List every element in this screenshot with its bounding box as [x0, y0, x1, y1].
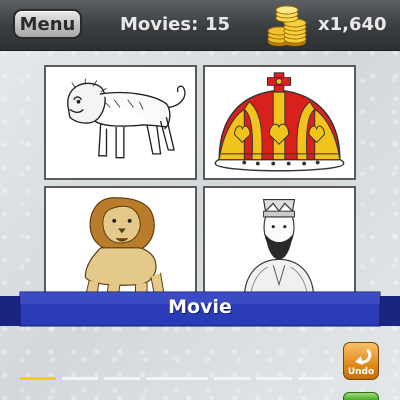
cartoon-lion-illustration	[84, 197, 165, 298]
answer-slot[interactable]	[62, 377, 98, 380]
answer-slot[interactable]	[256, 377, 292, 380]
undo-button[interactable]: Undo	[343, 342, 379, 380]
answer-slot[interactable]	[214, 377, 250, 380]
king-illustration	[243, 199, 315, 299]
coins-value: x1,640	[318, 14, 387, 35]
movies-label: Movies:	[120, 14, 199, 35]
picture-tile-cartoon-lion[interactable]	[44, 186, 197, 301]
crown-illustration	[214, 72, 345, 172]
answer-slot[interactable]	[104, 377, 140, 380]
hint-button[interactable]	[343, 392, 379, 400]
movies-count: 15	[205, 14, 231, 35]
answer-slot[interactable]	[298, 377, 334, 380]
picture-tile-crown[interactable]	[203, 65, 356, 180]
category-label: Movie	[168, 296, 232, 318]
top-bar: Menu Movies: 15 x1,640	[0, 0, 400, 51]
picture-tile-lion-sketch[interactable]	[44, 65, 197, 180]
menu-button[interactable]: Menu	[13, 9, 82, 39]
answer-slot[interactable]	[172, 377, 208, 380]
picture-tile-king[interactable]	[203, 186, 356, 301]
undo-arrow-icon	[355, 348, 372, 365]
lion-sketch-illustration	[67, 78, 186, 159]
gold-coins-icon	[267, 5, 307, 46]
undo-label: Undo	[347, 367, 375, 377]
answer-slot[interactable]	[20, 377, 56, 380]
